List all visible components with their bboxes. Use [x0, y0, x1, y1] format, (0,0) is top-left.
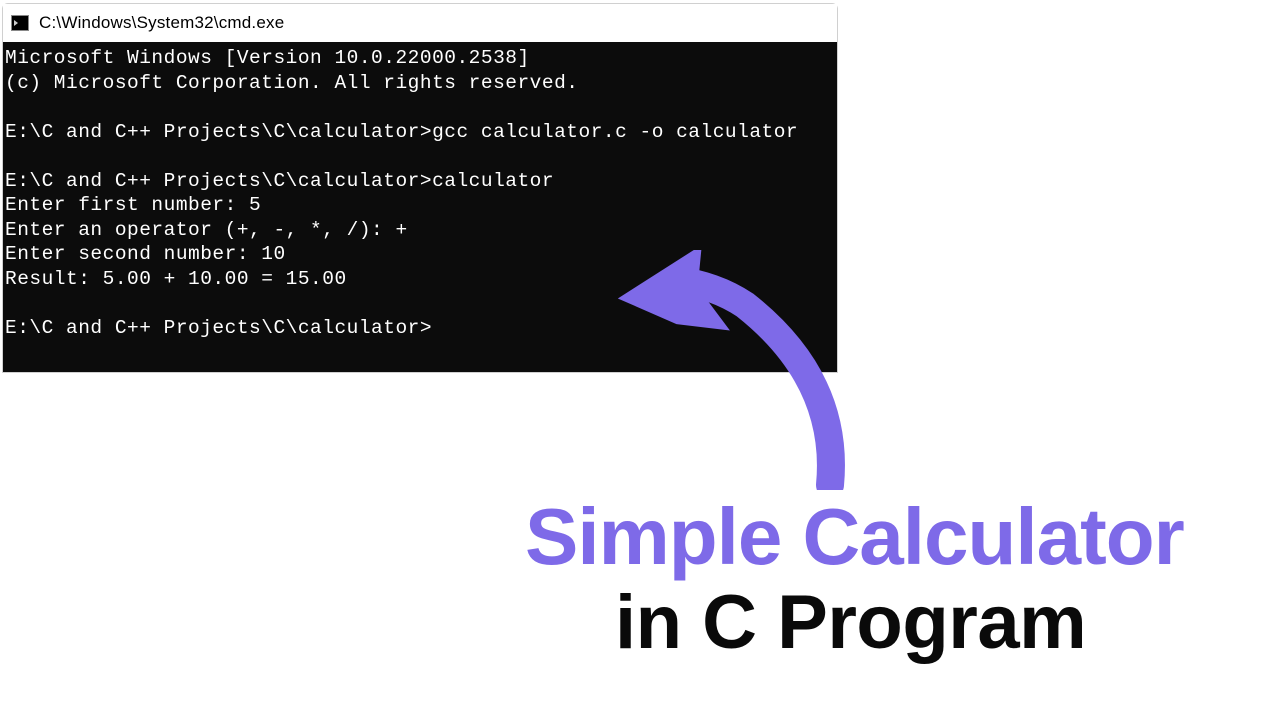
window-title: C:\Windows\System32\cmd.exe	[39, 13, 284, 33]
curved-arrow-icon	[615, 250, 845, 490]
cmd-icon	[11, 15, 29, 31]
annotation-arrow	[615, 250, 845, 490]
heading-line-1: Simple Calculator	[525, 495, 1280, 579]
heading-line-2: in C Program	[615, 579, 1280, 666]
annotation-heading: Simple Calculator in C Program	[525, 495, 1280, 666]
title-bar: C:\Windows\System32\cmd.exe	[3, 4, 837, 42]
